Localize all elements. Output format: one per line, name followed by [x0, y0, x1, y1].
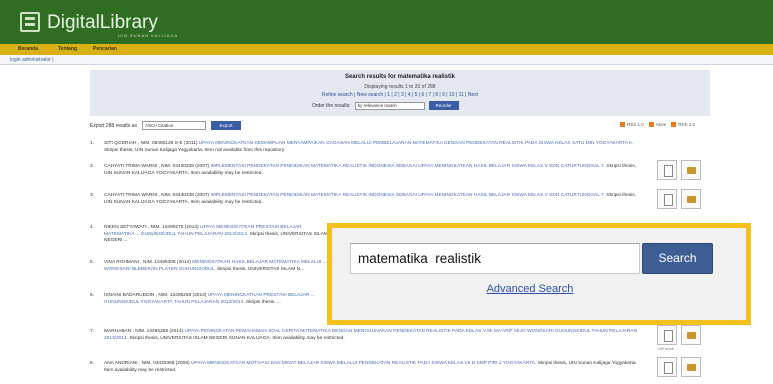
search-input[interactable]: matematika realistik [350, 243, 640, 274]
site-header: DigitalLibrary UIN SUNAN KALIJAGA [0, 0, 773, 44]
menu-item-tentang[interactable]: Tentang [58, 46, 77, 52]
pagination[interactable]: Refine search | New search | 1 | 2 | 3 |… [90, 92, 710, 98]
result-text: CAHYATI TRIMA WARNI , NIM. 03430338 (200… [104, 164, 644, 177]
result-meta: Skripsi thesis, UIN Sunan Kalijaga Yogya… [104, 147, 286, 153]
main-menu: Beranda Tentang Pencarian [0, 44, 773, 55]
thumbnail-caption[interactable]: +26 more [657, 346, 674, 353]
document-preview-icon[interactable] [657, 325, 677, 345]
result-meta: Skripsi thesis, UNIVERSITAS ISLAM NEGERI… [129, 335, 345, 341]
order-select[interactable]: by relevance match [354, 101, 425, 110]
export-row: Export 288 results as ASCII Citation Exp… [90, 121, 241, 130]
results-panel: Search results for matematika realistik … [90, 70, 710, 116]
result-number: 4. [90, 225, 95, 230]
advanced-search-link[interactable]: Advanced Search [332, 283, 728, 295]
menu-item-beranda[interactable]: Beranda [18, 46, 38, 52]
result-thumbnails [657, 160, 701, 180]
document-preview-icon[interactable] [657, 160, 677, 180]
result-title-link[interactable]: IMPLEMENTASI PENDEKATAN PENDIDIKAN MATEM… [210, 193, 605, 198]
result-author: VINA ROHMANI , NIM. 13495306 (2014) [104, 260, 191, 265]
export-label: Export 288 results as [90, 122, 137, 129]
request-copy-icon[interactable] [681, 189, 701, 209]
result-text: CAHYATI TRIMA WARNI , NIM. 03430338 (200… [104, 193, 644, 206]
result-number: 5. [90, 260, 95, 265]
result-title-link[interactable]: IMPLEMENTASI PENDEKATAN PENDIDIKAN MATEM… [210, 164, 605, 169]
search-callout: matematika realistik Search Advanced Sea… [327, 223, 751, 325]
order-label: Order the results: [312, 102, 351, 109]
result-thumbnails [657, 189, 701, 209]
result-author: MARHABAN , NIM. 13495268 (2014) [104, 329, 184, 334]
export-button[interactable]: Export [210, 121, 241, 130]
reorder-button[interactable]: Reorder [428, 101, 459, 110]
export-format-select[interactable]: ASCII Citation [141, 121, 206, 130]
order-row: Order the results: by relevance match Re… [312, 101, 459, 110]
result-author: CAHYATI TRIMA WARNI , NIM. 03430338 (200… [104, 193, 210, 198]
results-title: Search results for matematika realistik [344, 74, 456, 80]
result-title-link[interactable]: UPAYA MENINGKATKAN KEMAMPUAN MENYAMPAIKA… [199, 141, 633, 146]
result-number: 1. [90, 141, 95, 146]
login-link[interactable]: login administrator | [10, 57, 54, 63]
login-bar: login administrator | [0, 55, 773, 65]
document-preview-icon[interactable] [657, 189, 677, 209]
feed-atom-link[interactable]: Atom [649, 122, 667, 127]
result-text: SITI QODRIAH , NIM. 08480126 S-E (2011) … [104, 141, 644, 154]
result-number: 2. [90, 164, 95, 169]
result-number: 6. [90, 293, 95, 298]
request-copy-icon[interactable] [681, 357, 701, 377]
result-author: ANA ANDRIANI , NIM. 03430366 (2008) [104, 361, 190, 366]
feed-rss2-link[interactable]: RSS 2.0 [671, 122, 695, 127]
library-logo-icon [20, 12, 40, 32]
result-text: MARHABAN , NIM. 13495268 (2014) UPAYA PE… [104, 329, 644, 342]
result-meta: Skripsi thesis, ... [245, 299, 281, 305]
result-meta: Skripsi thesis, UNIVERSITAS ISLAM N... [216, 266, 305, 272]
feed-links: RSS 1.0 Atom RSS 2.0 [620, 122, 695, 127]
result-text: VINA ROHMANI , NIM. 13495306 (2014) MENI… [104, 260, 329, 273]
result-text: NIKEN SETYAWATI , NIM. 13490275 (2014) U… [104, 225, 329, 245]
logo-text: DigitalLibrary [47, 11, 158, 33]
result-number: 8. [90, 361, 95, 366]
result-author: NIKEN SETYAWATI , NIM. 13490275 (2014) [104, 225, 199, 230]
logo-subtitle: UIN SUNAN KALIJAGA [118, 33, 179, 38]
result-thumbnails [657, 325, 701, 345]
search-button[interactable]: Search [642, 243, 713, 274]
result-text: ANA ANDRIANI , NIM. 03430366 (2008) UPAY… [104, 361, 644, 374]
result-number: 7. [90, 329, 95, 334]
site-logo[interactable]: DigitalLibrary [20, 12, 158, 32]
result-number: 3. [90, 193, 95, 198]
result-text: ISNAINI BADARUDDIN , NIM. 13495258 (2014… [104, 293, 329, 306]
document-preview-icon[interactable] [657, 357, 677, 377]
result-author: ISNAINI BADARUDDIN , NIM. 13495258 (2014… [104, 293, 207, 298]
request-copy-icon[interactable] [681, 325, 701, 345]
result-author: SITI QODRIAH , NIM. 08480126 S-E (2011) [104, 141, 198, 146]
result-title-link[interactable]: UPAYA MENINGKATKAN MOTIVASI DAN MINAT BE… [191, 361, 536, 366]
result-author: CAHYATI TRIMA WARNI , NIM. 03430338 (200… [104, 164, 210, 169]
feed-rss1-link[interactable]: RSS 1.0 [620, 122, 644, 127]
results-count: Displaying results 1 to 20 of 288 [364, 84, 436, 90]
request-copy-icon[interactable] [681, 160, 701, 180]
menu-item-pencarian[interactable]: Pencarian [93, 46, 117, 52]
result-thumbnails [657, 357, 701, 377]
